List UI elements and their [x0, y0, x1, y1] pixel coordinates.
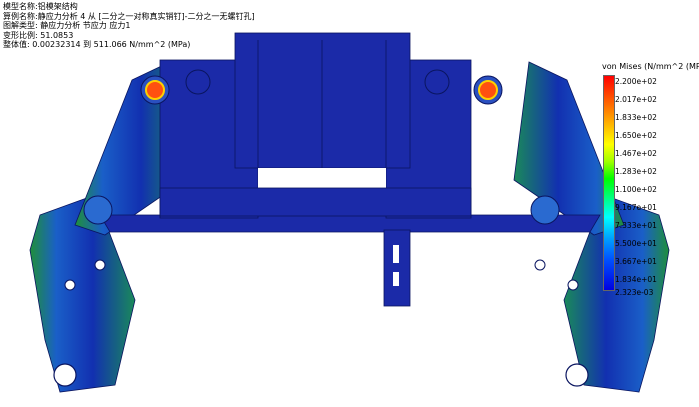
model-name: 模型名称:铝模架结构 [3, 2, 78, 11]
plot-type: 图解类型: 静应力分析 节应力 应力1 [3, 21, 131, 31]
fea-viewport[interactable] [0, 0, 699, 403]
study-info: 模型名称:铝模架结构 算例名称:静应力分析 4 从 [二分之一对称真实销钉]-二… [3, 2, 255, 50]
hole-left-bottom [53, 363, 77, 387]
value-range: 整体值: 0.00232314 到 511.066 N/mm^2 (MPa) [3, 40, 191, 50]
center-top-block [234, 32, 411, 169]
pin-mid-left [83, 195, 113, 225]
hole-right-1 [534, 259, 546, 271]
hole-left-2 [64, 279, 76, 291]
legend-title: von Mises (N/mm^2 (MPa)) [602, 62, 699, 71]
legend-tick: 5.500e+01 [615, 239, 657, 248]
legend-tick: 3.667e+01 [615, 257, 657, 266]
legend-tick: 1.100e+02 [615, 185, 657, 194]
hole-right-2 [567, 279, 579, 291]
legend-tick: 9.167e+01 [615, 203, 657, 212]
fea-model-render[interactable] [0, 0, 699, 403]
color-bar [603, 75, 615, 291]
study-name: 算例名称:静应力分析 4 从 [二分之一对称真实销钉]-二分之一无螺钉孔] [3, 11, 255, 21]
legend-tick: 2.200e+02 [615, 77, 657, 86]
center-lower-band [159, 187, 472, 217]
legend-tick: 7.333e+01 [615, 221, 657, 230]
hole-right-bottom [565, 363, 589, 387]
pin-mid-right [530, 195, 560, 225]
center-opening [258, 168, 386, 188]
legend-tick: 2.017e+02 [615, 95, 657, 104]
pin-upper-mid-left [185, 69, 211, 95]
hanging-bracket [383, 229, 411, 307]
stress-legend: von Mises (N/mm^2 (MPa)) 2.200e+02 2.017… [600, 60, 699, 297]
legend-tick: 1.650e+02 [615, 131, 657, 140]
legend-tick: 1.283e+02 [615, 167, 657, 176]
deformation-scale: 变形比例: 51.0853 [3, 30, 74, 40]
legend-tick: 1.467e+02 [615, 149, 657, 158]
legend-tick: 2.323e-03 [615, 288, 654, 297]
hole-left-1 [94, 259, 106, 271]
legend-tick: 1.833e+02 [615, 113, 657, 122]
legend-tick: 1.834e+01 [615, 275, 657, 284]
pin-upper-mid-right [424, 69, 450, 95]
